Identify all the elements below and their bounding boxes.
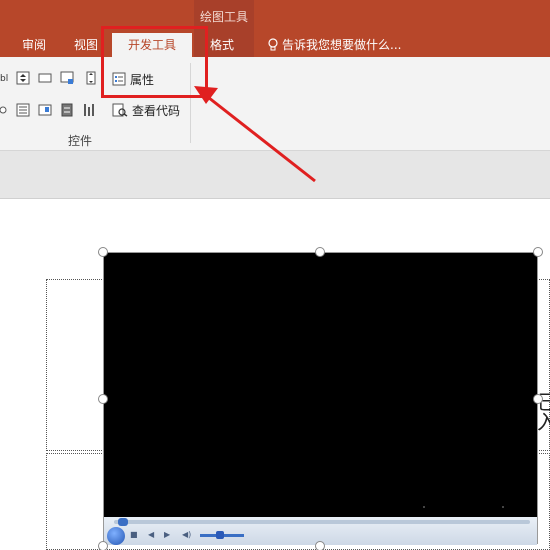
- video-pixel: [502, 506, 504, 508]
- volume-icon[interactable]: ◀): [182, 531, 191, 539]
- spin-button-icon[interactable]: [16, 71, 30, 85]
- context-group-label: 绘图工具: [199, 10, 248, 24]
- view-code-icon: [112, 103, 128, 117]
- toggle-button-icon[interactable]: [60, 103, 74, 117]
- tab-format[interactable]: 格式: [202, 33, 242, 57]
- highlight-box: [101, 26, 208, 98]
- seek-bar[interactable]: [114, 520, 530, 524]
- video-pixel: [423, 506, 425, 508]
- seek-handle[interactable]: [118, 518, 128, 526]
- scrollbar-control-icon[interactable]: [84, 71, 98, 85]
- video-screen[interactable]: [104, 253, 537, 517]
- ribbon-header: 绘图工具 审阅 视图 开发工具 格式 告诉我您想要做什么...: [0, 0, 550, 57]
- more-controls-icon[interactable]: [82, 103, 96, 117]
- label-control-icon[interactable]: bl: [0, 72, 10, 86]
- view-code-button[interactable]: 查看代码: [112, 101, 180, 119]
- option-button-icon[interactable]: [0, 103, 8, 117]
- previous-icon[interactable]: ◀: [148, 531, 156, 539]
- view-code-label: 查看代码: [132, 103, 181, 118]
- volume-handle[interactable]: [216, 531, 224, 539]
- tab-review[interactable]: 审阅: [14, 33, 54, 57]
- lightbulb-icon: [268, 38, 278, 51]
- tell-me-search[interactable]: 告诉我您想要做什么...: [268, 33, 401, 57]
- tell-me-text: 告诉我您想要做什么...: [282, 38, 402, 52]
- ribbon-body: bl 属性 查看代码 控件: [0, 57, 550, 151]
- command-button-icon[interactable]: [38, 71, 52, 85]
- resize-handle[interactable]: [315, 541, 325, 550]
- listbox-icon[interactable]: [16, 103, 30, 117]
- resize-handle[interactable]: [315, 247, 325, 257]
- ribbon-lower-area: [0, 151, 550, 199]
- play-icon[interactable]: [107, 527, 125, 545]
- resize-handle[interactable]: [533, 394, 543, 404]
- frame-control-icon[interactable]: [38, 103, 52, 117]
- next-icon[interactable]: ▶: [164, 531, 172, 539]
- tab-view[interactable]: 视图: [66, 33, 106, 57]
- resize-handle[interactable]: [98, 394, 108, 404]
- resize-handle[interactable]: [98, 541, 108, 550]
- controls-group-label: 控件: [67, 134, 92, 148]
- video-object[interactable]: ■ ◀ ▶ ◀): [103, 252, 538, 545]
- image-control-icon[interactable]: [60, 71, 74, 85]
- stop-icon[interactable]: ■: [130, 531, 138, 539]
- resize-handle[interactable]: [98, 247, 108, 257]
- resize-handle[interactable]: [533, 247, 543, 257]
